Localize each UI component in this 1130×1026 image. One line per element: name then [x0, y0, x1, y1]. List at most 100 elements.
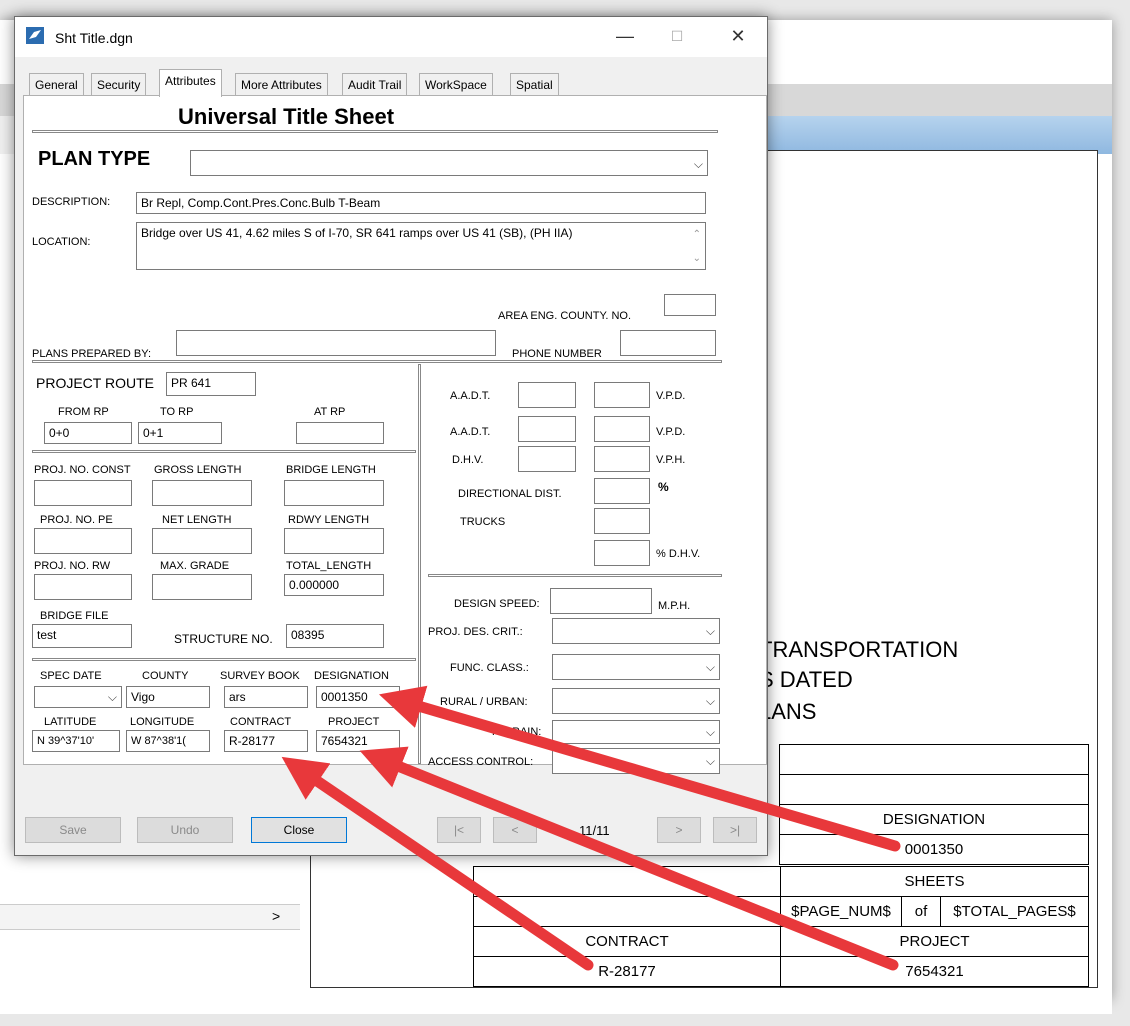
close-window-button[interactable]: ✕: [718, 23, 758, 49]
structure-no-label: STRUCTURE NO.: [174, 632, 273, 646]
chevron-down-icon: ⌵: [693, 157, 703, 171]
to-rp-field[interactable]: 0+1: [138, 422, 222, 444]
directional-dist-field[interactable]: [594, 478, 650, 504]
to-rp-label: TO RP: [160, 406, 194, 418]
tab-workspace[interactable]: WorkSpace: [419, 73, 493, 96]
contract-label: CONTRACT: [230, 716, 292, 728]
aadt2-field-1[interactable]: [518, 416, 576, 442]
proj-no-pe-field[interactable]: [34, 528, 132, 554]
dhv-field-1[interactable]: [518, 446, 576, 472]
max-grade-label: MAX. GRADE: [160, 560, 230, 572]
project-field[interactable]: 7654321: [316, 730, 400, 752]
rdwy-length-label: RDWY LENGTH: [288, 514, 370, 526]
tab-more-attributes[interactable]: More Attributes: [235, 73, 328, 96]
save-button[interactable]: Save: [25, 817, 121, 843]
total-length-field[interactable]: 0.000000: [284, 574, 384, 596]
vph-label: V.P.H.: [656, 454, 686, 466]
divider: [32, 360, 722, 363]
project-label: PROJECT: [328, 716, 380, 728]
sheet-text-line2: S DATED: [759, 667, 853, 692]
access-control-select[interactable]: ⌵: [552, 748, 720, 774]
spec-date-select[interactable]: ⌵: [34, 686, 122, 708]
rdwy-length-field[interactable]: [284, 528, 384, 554]
location-field[interactable]: Bridge over US 41, 4.62 miles S of I-70,…: [136, 222, 706, 270]
area-eng-label: AREA ENG. COUNTY. NO.: [498, 310, 632, 322]
sheets-header: SHEETS: [780, 866, 1089, 897]
dialog-title: Sht Title.dgn: [55, 30, 133, 46]
access-control-label: ACCESS CONTROL:: [428, 756, 534, 768]
tab-audit-trail[interactable]: Audit Trail: [342, 73, 408, 96]
at-rp-field[interactable]: [296, 422, 384, 444]
description-label: DESCRIPTION:: [32, 196, 111, 208]
next-page-button[interactable]: >: [657, 817, 701, 843]
properties-dialog: Sht Title.dgn — ☐ ✕ General Security Att…: [14, 16, 768, 856]
tab-spatial[interactable]: Spatial: [510, 73, 559, 96]
aadt2-field-2[interactable]: [594, 416, 650, 442]
tab-attributes[interactable]: Attributes: [159, 69, 222, 97]
designation-table: DESIGNATION 0001350: [779, 744, 1089, 865]
scroll-right-icon[interactable]: >: [272, 908, 280, 924]
project-route-field[interactable]: PR 641: [166, 372, 256, 396]
county-label: COUNTY: [142, 670, 189, 682]
trucks-field[interactable]: [594, 508, 650, 534]
project-cell: 7654321: [780, 956, 1089, 987]
dhv-field-2[interactable]: [594, 446, 650, 472]
plan-type-select[interactable]: ⌵: [190, 150, 708, 176]
description-field[interactable]: Br Repl, Comp.Cont.Pres.Conc.Bulb T-Beam: [136, 192, 706, 214]
phone-field[interactable]: [620, 330, 716, 356]
from-rp-field[interactable]: 0+0: [44, 422, 132, 444]
chevron-down-icon: ⌵: [705, 754, 715, 768]
location-label: LOCATION:: [32, 236, 91, 248]
longitude-field[interactable]: W 87^38'1(: [126, 730, 210, 752]
latitude-label: LATITUDE: [44, 716, 97, 728]
scroll-up-icon[interactable]: ⌃: [693, 225, 701, 245]
proj-no-const-field[interactable]: [34, 480, 132, 506]
aadt-field-1[interactable]: [518, 382, 576, 408]
proj-des-crit-select[interactable]: ⌵: [552, 618, 720, 644]
scroll-down-icon[interactable]: ⌄: [693, 249, 701, 269]
terrain-select[interactable]: ⌵: [552, 720, 720, 744]
left-panel-scrollbar[interactable]: >: [0, 904, 300, 930]
area-eng-field[interactable]: [664, 294, 716, 316]
proj-des-crit-label: PROJ. DES. CRIT.:: [428, 626, 523, 638]
latitude-field[interactable]: N 39^37'10': [32, 730, 120, 752]
proj-no-rw-field[interactable]: [34, 574, 132, 600]
pct-dhv-label: % D.H.V.: [656, 548, 701, 560]
dialog-titlebar[interactable]: Sht Title.dgn — ☐ ✕: [15, 17, 767, 57]
survey-book-label: SURVEY BOOK: [220, 670, 300, 682]
undo-button[interactable]: Undo: [137, 817, 233, 843]
attributes-panel: Universal Title Sheet PLAN TYPE ⌵ DESCRI…: [23, 95, 767, 774]
structure-no-field[interactable]: 08395: [286, 624, 384, 648]
last-page-button[interactable]: >|: [713, 817, 757, 843]
aadt-field-2[interactable]: [594, 382, 650, 408]
spec-date-label: SPEC DATE: [40, 670, 102, 682]
design-speed-field[interactable]: [550, 588, 652, 614]
rural-urban-select[interactable]: ⌵: [552, 688, 720, 714]
tab-general[interactable]: General: [29, 73, 84, 96]
designation-field[interactable]: 0001350: [316, 686, 400, 708]
directional-dist-label: DIRECTIONAL DIST.: [458, 488, 562, 500]
contract-field[interactable]: R-28177: [224, 730, 308, 752]
tab-security[interactable]: Security: [91, 73, 147, 96]
gross-length-field[interactable]: [152, 480, 252, 506]
close-button[interactable]: Close: [251, 817, 347, 843]
county-field[interactable]: Vigo: [126, 686, 210, 708]
bridge-file-field[interactable]: test: [32, 624, 132, 648]
plans-prepared-field[interactable]: [176, 330, 496, 356]
proj-no-rw-label: PROJ. NO. RW: [34, 560, 111, 572]
proj-no-pe-label: PROJ. NO. PE: [40, 514, 113, 526]
minimize-button[interactable]: —: [605, 23, 645, 49]
net-length-field[interactable]: [152, 528, 252, 554]
vpd-label-2: V.P.D.: [656, 426, 686, 438]
longitude-label: LONGITUDE: [130, 716, 195, 728]
bridge-length-field[interactable]: [284, 480, 384, 506]
prev-page-button[interactable]: <: [493, 817, 537, 843]
survey-book-field[interactable]: ars: [224, 686, 308, 708]
at-rp-label: AT RP: [314, 406, 346, 418]
pct-dhv-field[interactable]: [594, 540, 650, 566]
chevron-down-icon: ⌵: [705, 694, 715, 708]
maximize-button[interactable]: ☐: [657, 23, 697, 49]
func-class-select[interactable]: ⌵: [552, 654, 720, 680]
max-grade-field[interactable]: [152, 574, 252, 600]
first-page-button[interactable]: |<: [437, 817, 481, 843]
